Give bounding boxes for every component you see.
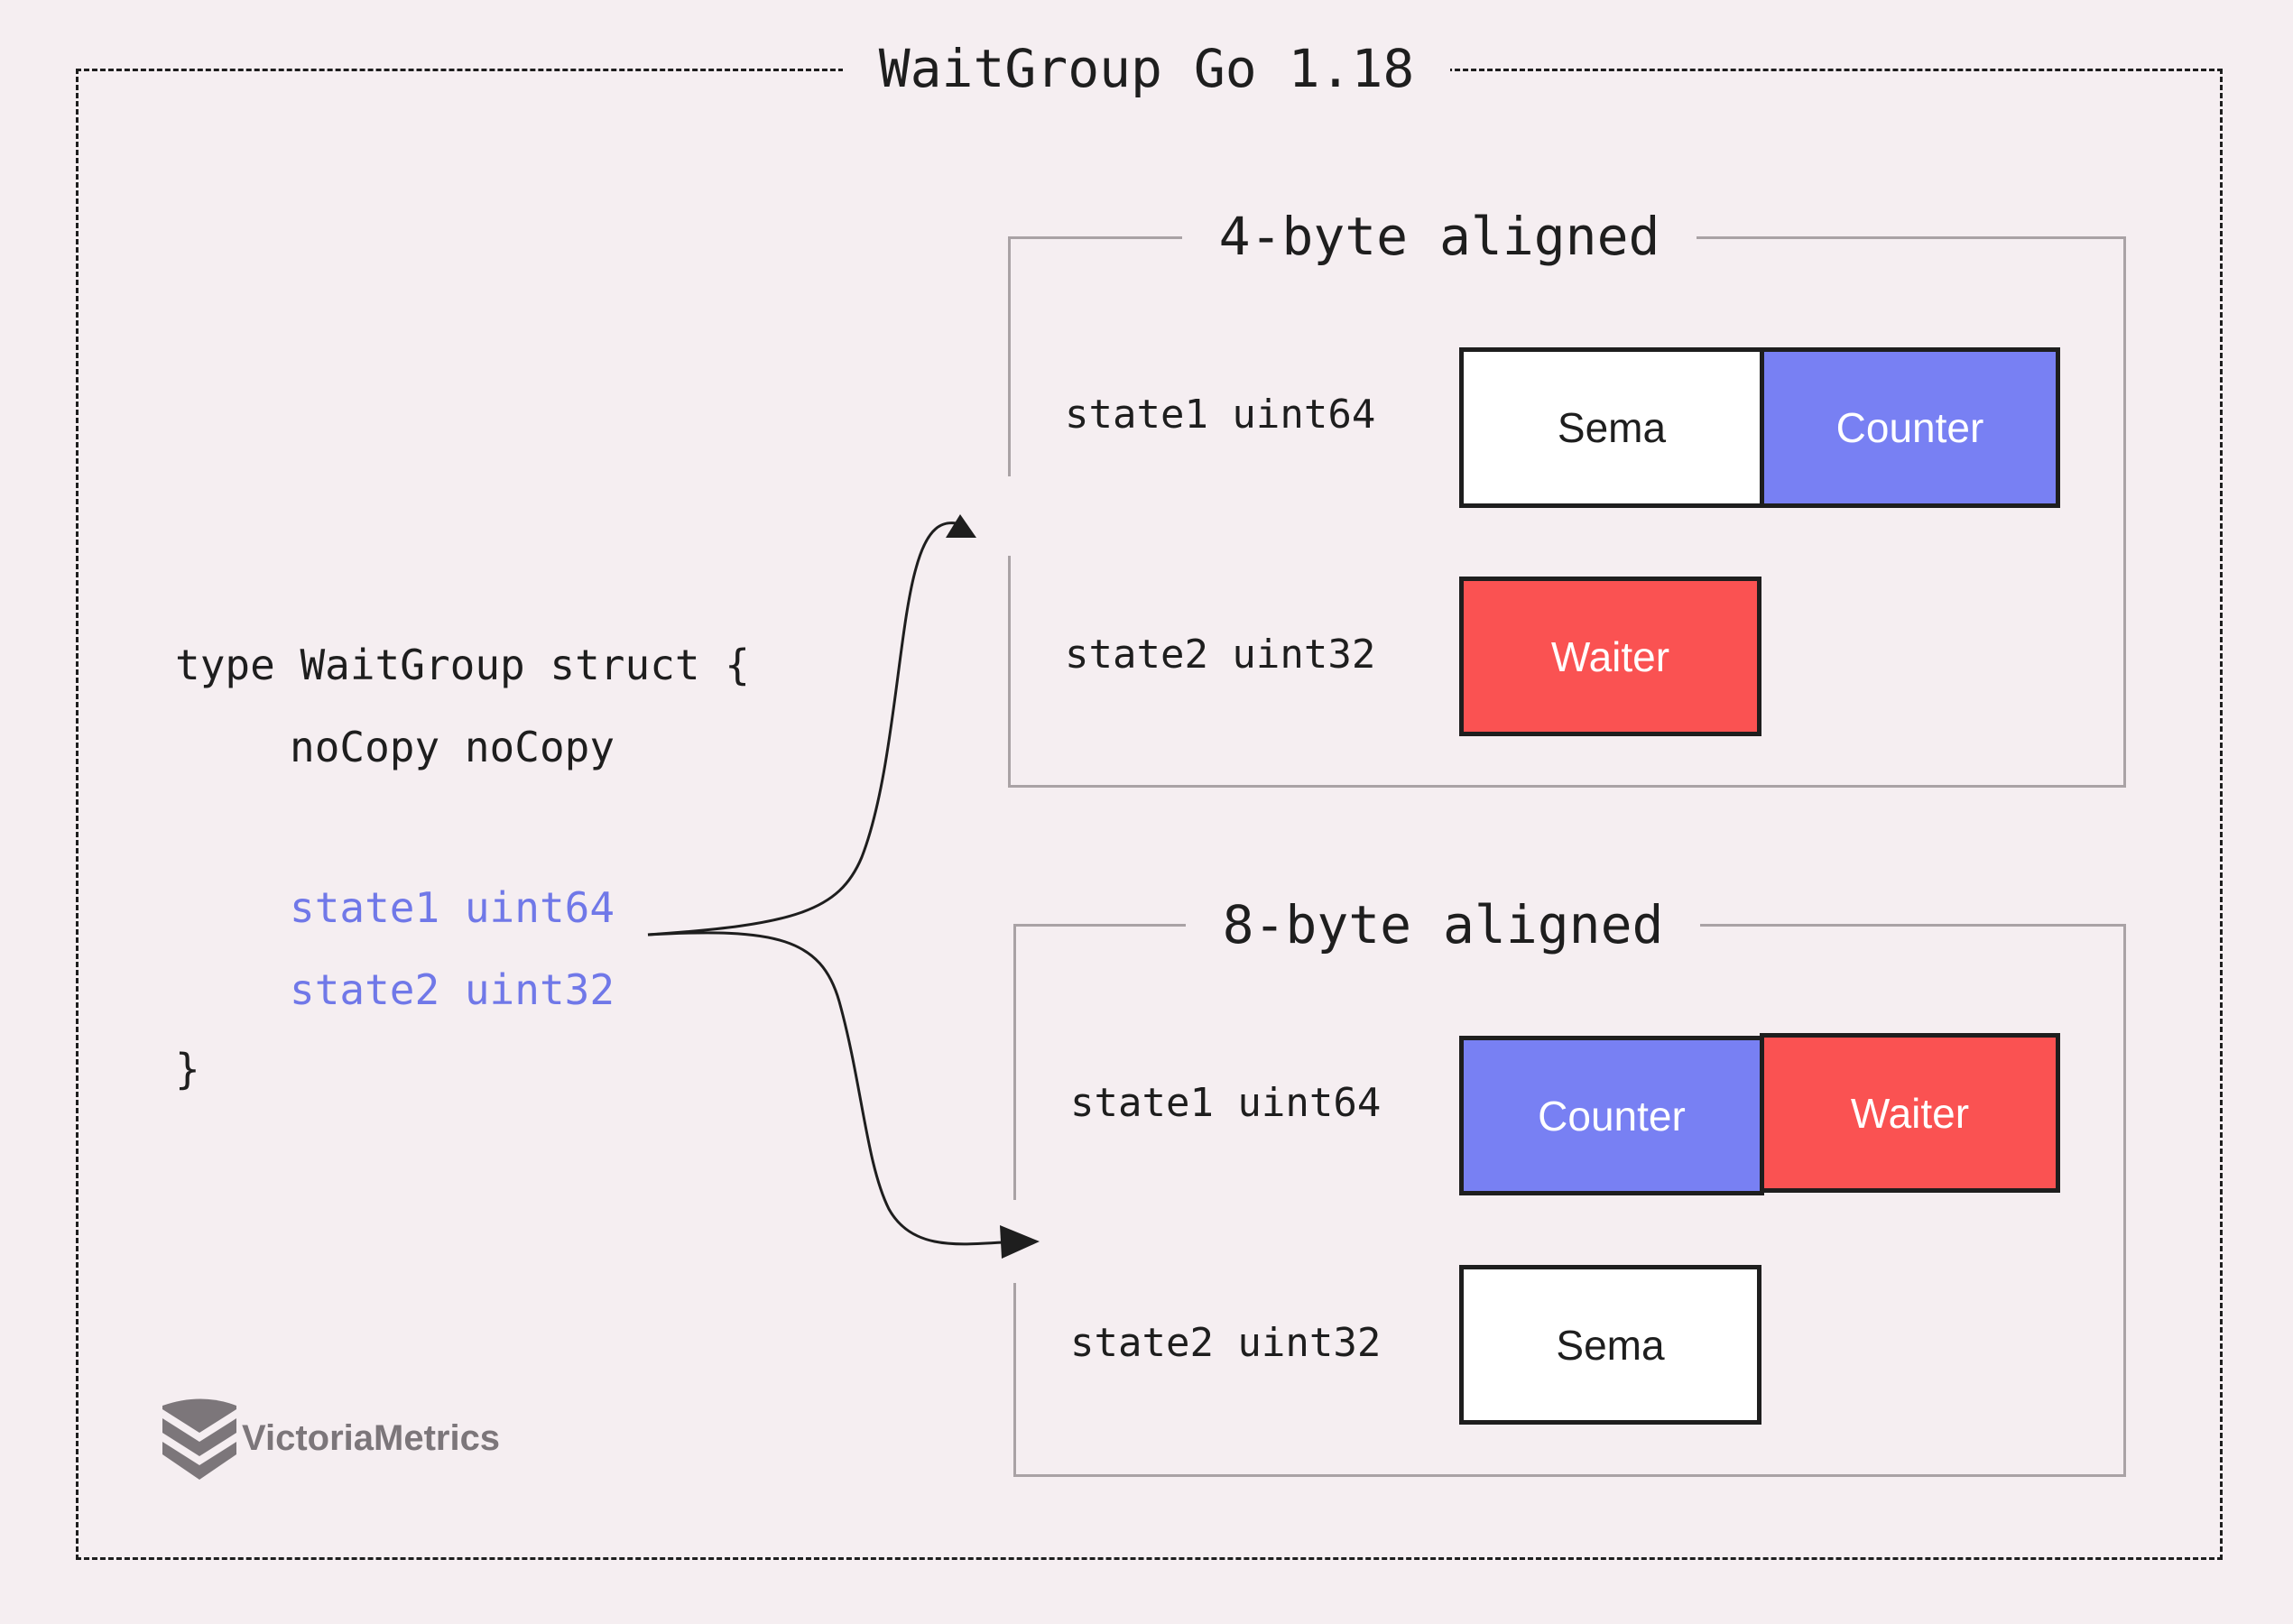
arrows bbox=[647, 514, 1040, 1259]
victoriametrics-logo-text: VictoriaMetrics bbox=[242, 1418, 501, 1458]
victoriametrics-logo-icon bbox=[162, 1398, 236, 1480]
arrow-to-8-byte bbox=[647, 931, 1003, 1246]
arrow-to-4-byte bbox=[647, 521, 957, 937]
arrowhead-up bbox=[946, 514, 976, 538]
arrowhead-right bbox=[1000, 1225, 1040, 1259]
